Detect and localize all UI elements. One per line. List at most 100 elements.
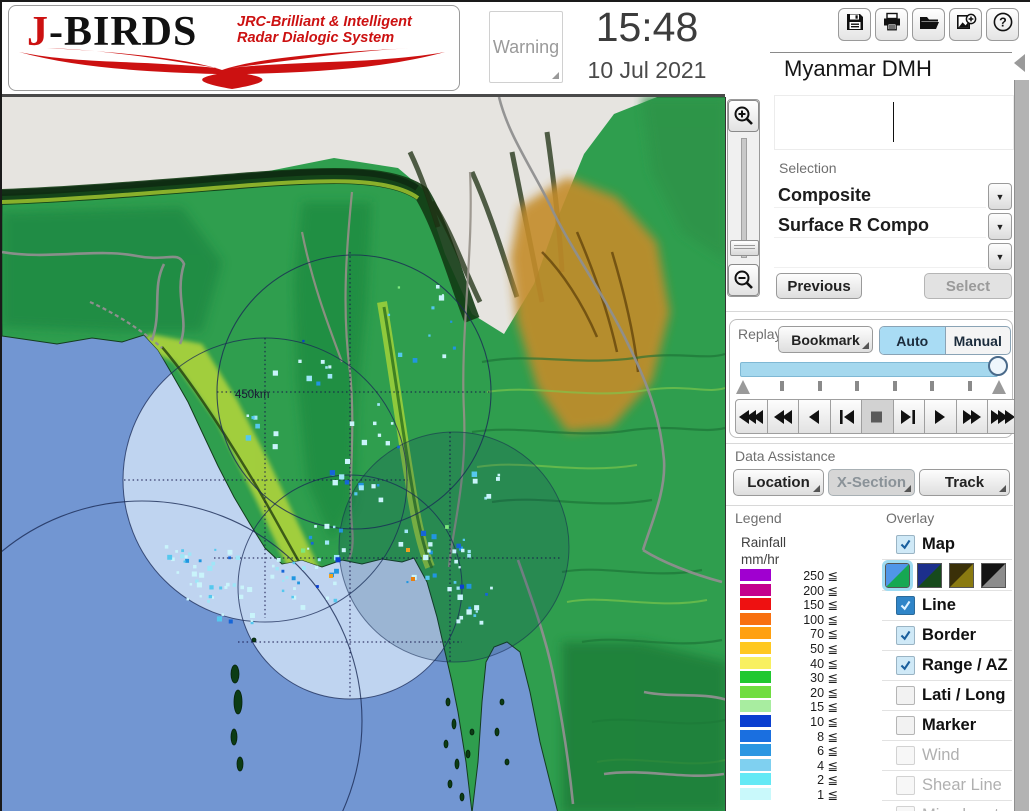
jbirds-logo: J-BIRDS JRC-Brilliant & Intelligent Rada… (8, 5, 460, 91)
rain-echo-cell (300, 605, 306, 610)
range-start-marker[interactable] (736, 380, 750, 394)
legend-color-swatch (740, 583, 771, 596)
overlay-item-lati-long[interactable]: Lati / Long (882, 681, 1012, 711)
rain-echo-cell (255, 423, 260, 429)
previous-button[interactable]: Previous (776, 273, 862, 299)
timeline-tick (855, 381, 859, 391)
rain-echo-cell (466, 609, 472, 615)
rain-echo-cell (185, 558, 190, 563)
overlay-item-map[interactable]: Map (882, 530, 1012, 560)
rain-echo-cell (175, 550, 179, 553)
timeline-tick (930, 381, 934, 391)
add-image-button[interactable] (949, 8, 982, 41)
map-style-black-gray[interactable] (981, 562, 1006, 588)
map-style-navy-darkgreen[interactable] (917, 562, 942, 588)
zoom-slider-handle[interactable] (730, 240, 759, 256)
overlay-item-marker[interactable]: Marker (882, 711, 1012, 741)
x-section-button[interactable]: X-Section (828, 469, 915, 496)
check-icon (900, 630, 911, 641)
right-panel: ? Myanmar DMH Selection Composite ▼ Surfac… (725, 2, 1030, 811)
rain-echo-cell (207, 599, 210, 603)
radar-map[interactable]: 450km (2, 97, 726, 811)
overlay-item-range-az[interactable]: Range / AZ (882, 651, 1012, 681)
map-style-blue-green[interactable] (882, 559, 913, 591)
rain-echo-cell (462, 538, 466, 542)
save-button[interactable] (838, 8, 871, 41)
dropdown-value[interactable]: Surface R Compo (774, 212, 986, 238)
chevron-down-icon[interactable]: ▼ (988, 243, 1012, 270)
rain-echo-cell (397, 286, 401, 289)
track-button[interactable]: Track (919, 469, 1010, 496)
step-back-button[interactable] (829, 399, 862, 434)
fast-rewind-button[interactable] (735, 399, 768, 434)
checkbox-unchecked[interactable] (896, 716, 915, 735)
rain-echo-cell (329, 470, 336, 476)
auto-button[interactable]: Auto (880, 327, 945, 354)
rain-echo-cell (285, 576, 289, 580)
legend-color-swatch (740, 627, 771, 640)
select-button[interactable]: Select (924, 273, 1012, 299)
legend-color-swatch (740, 773, 771, 786)
rewind-button[interactable] (766, 399, 799, 434)
rain-echo-cell (247, 587, 253, 593)
rain-echo-cell (306, 375, 312, 382)
overlay-item-wind[interactable]: Wind (882, 741, 1012, 771)
rain-echo-cell (339, 474, 345, 480)
rain-echo-cell (432, 573, 437, 578)
dropdown-value[interactable] (774, 242, 986, 268)
timeline-track[interactable] (740, 362, 998, 377)
overlay-item-line[interactable]: Line (882, 591, 1012, 621)
forward-button[interactable] (955, 399, 988, 434)
legend-value: 250 ≦ (803, 569, 838, 583)
panel-scrollbar[interactable] (1014, 80, 1029, 811)
timeline-handle[interactable] (988, 356, 1008, 376)
checkbox-checked[interactable] (896, 626, 915, 645)
chevron-down-icon[interactable]: ▼ (988, 183, 1012, 210)
location-button[interactable]: Location (733, 469, 824, 496)
zoom-out-button[interactable] (728, 264, 759, 296)
stop-button[interactable] (861, 399, 894, 434)
bookmark-button[interactable]: Bookmark (778, 326, 873, 353)
overlay-item-shear-line[interactable]: Shear Line (882, 771, 1012, 801)
legend-value: 150 ≦ (803, 598, 838, 613)
panel-collapse-icon[interactable] (1014, 54, 1025, 72)
checkbox-unchecked[interactable] (896, 686, 915, 705)
legend-value: 15 ≦ (810, 700, 838, 715)
eagle-logo-icon (19, 48, 445, 89)
step-forward-button[interactable] (892, 399, 925, 434)
zoom-in-button[interactable] (728, 100, 759, 132)
legend-value: 10 ≦ (810, 714, 838, 729)
checkbox-checked[interactable] (896, 656, 915, 675)
help-button[interactable]: ? (986, 8, 1019, 41)
legend-color-swatch (740, 758, 771, 771)
map-zoom-control (727, 99, 760, 297)
legend-value: 50 ≦ (810, 641, 838, 656)
open-button[interactable] (912, 8, 945, 41)
legend-color-swatch (740, 656, 771, 669)
play-reverse-button[interactable] (798, 399, 831, 434)
legend-value: 1 ≦ (817, 787, 838, 802)
dropdown-value[interactable]: Composite (774, 182, 986, 208)
rain-echo-cell (327, 373, 333, 379)
rain-echo-cell (425, 575, 430, 580)
checkbox-checked[interactable] (896, 535, 915, 554)
rain-echo-cell (387, 313, 391, 317)
legend-color-swatch (740, 787, 771, 800)
overlay-item-border[interactable]: Border (882, 621, 1012, 651)
legend-value: 20 ≦ (810, 685, 838, 700)
station-input[interactable] (774, 95, 1014, 150)
chevron-down-icon[interactable]: ▼ (988, 213, 1012, 240)
manual-button[interactable]: Manual (944, 327, 1011, 354)
play-button[interactable] (924, 399, 957, 434)
overlay-item-microburst[interactable]: Microburst (882, 801, 1012, 811)
rain-echo-cell (181, 549, 185, 553)
legend-color-swatch (740, 598, 771, 611)
print-button[interactable] (875, 8, 908, 41)
legend-value: 2 ≦ (817, 773, 838, 788)
legend-value: 70 ≦ (810, 627, 838, 642)
range-end-marker[interactable] (992, 380, 1006, 394)
header: J-BIRDS JRC-Brilliant & Intelligent Rada… (2, 2, 760, 97)
checkbox-checked[interactable] (896, 596, 915, 615)
warning-button[interactable]: Warning (489, 11, 563, 83)
map-style-olive-gold[interactable] (949, 562, 974, 588)
